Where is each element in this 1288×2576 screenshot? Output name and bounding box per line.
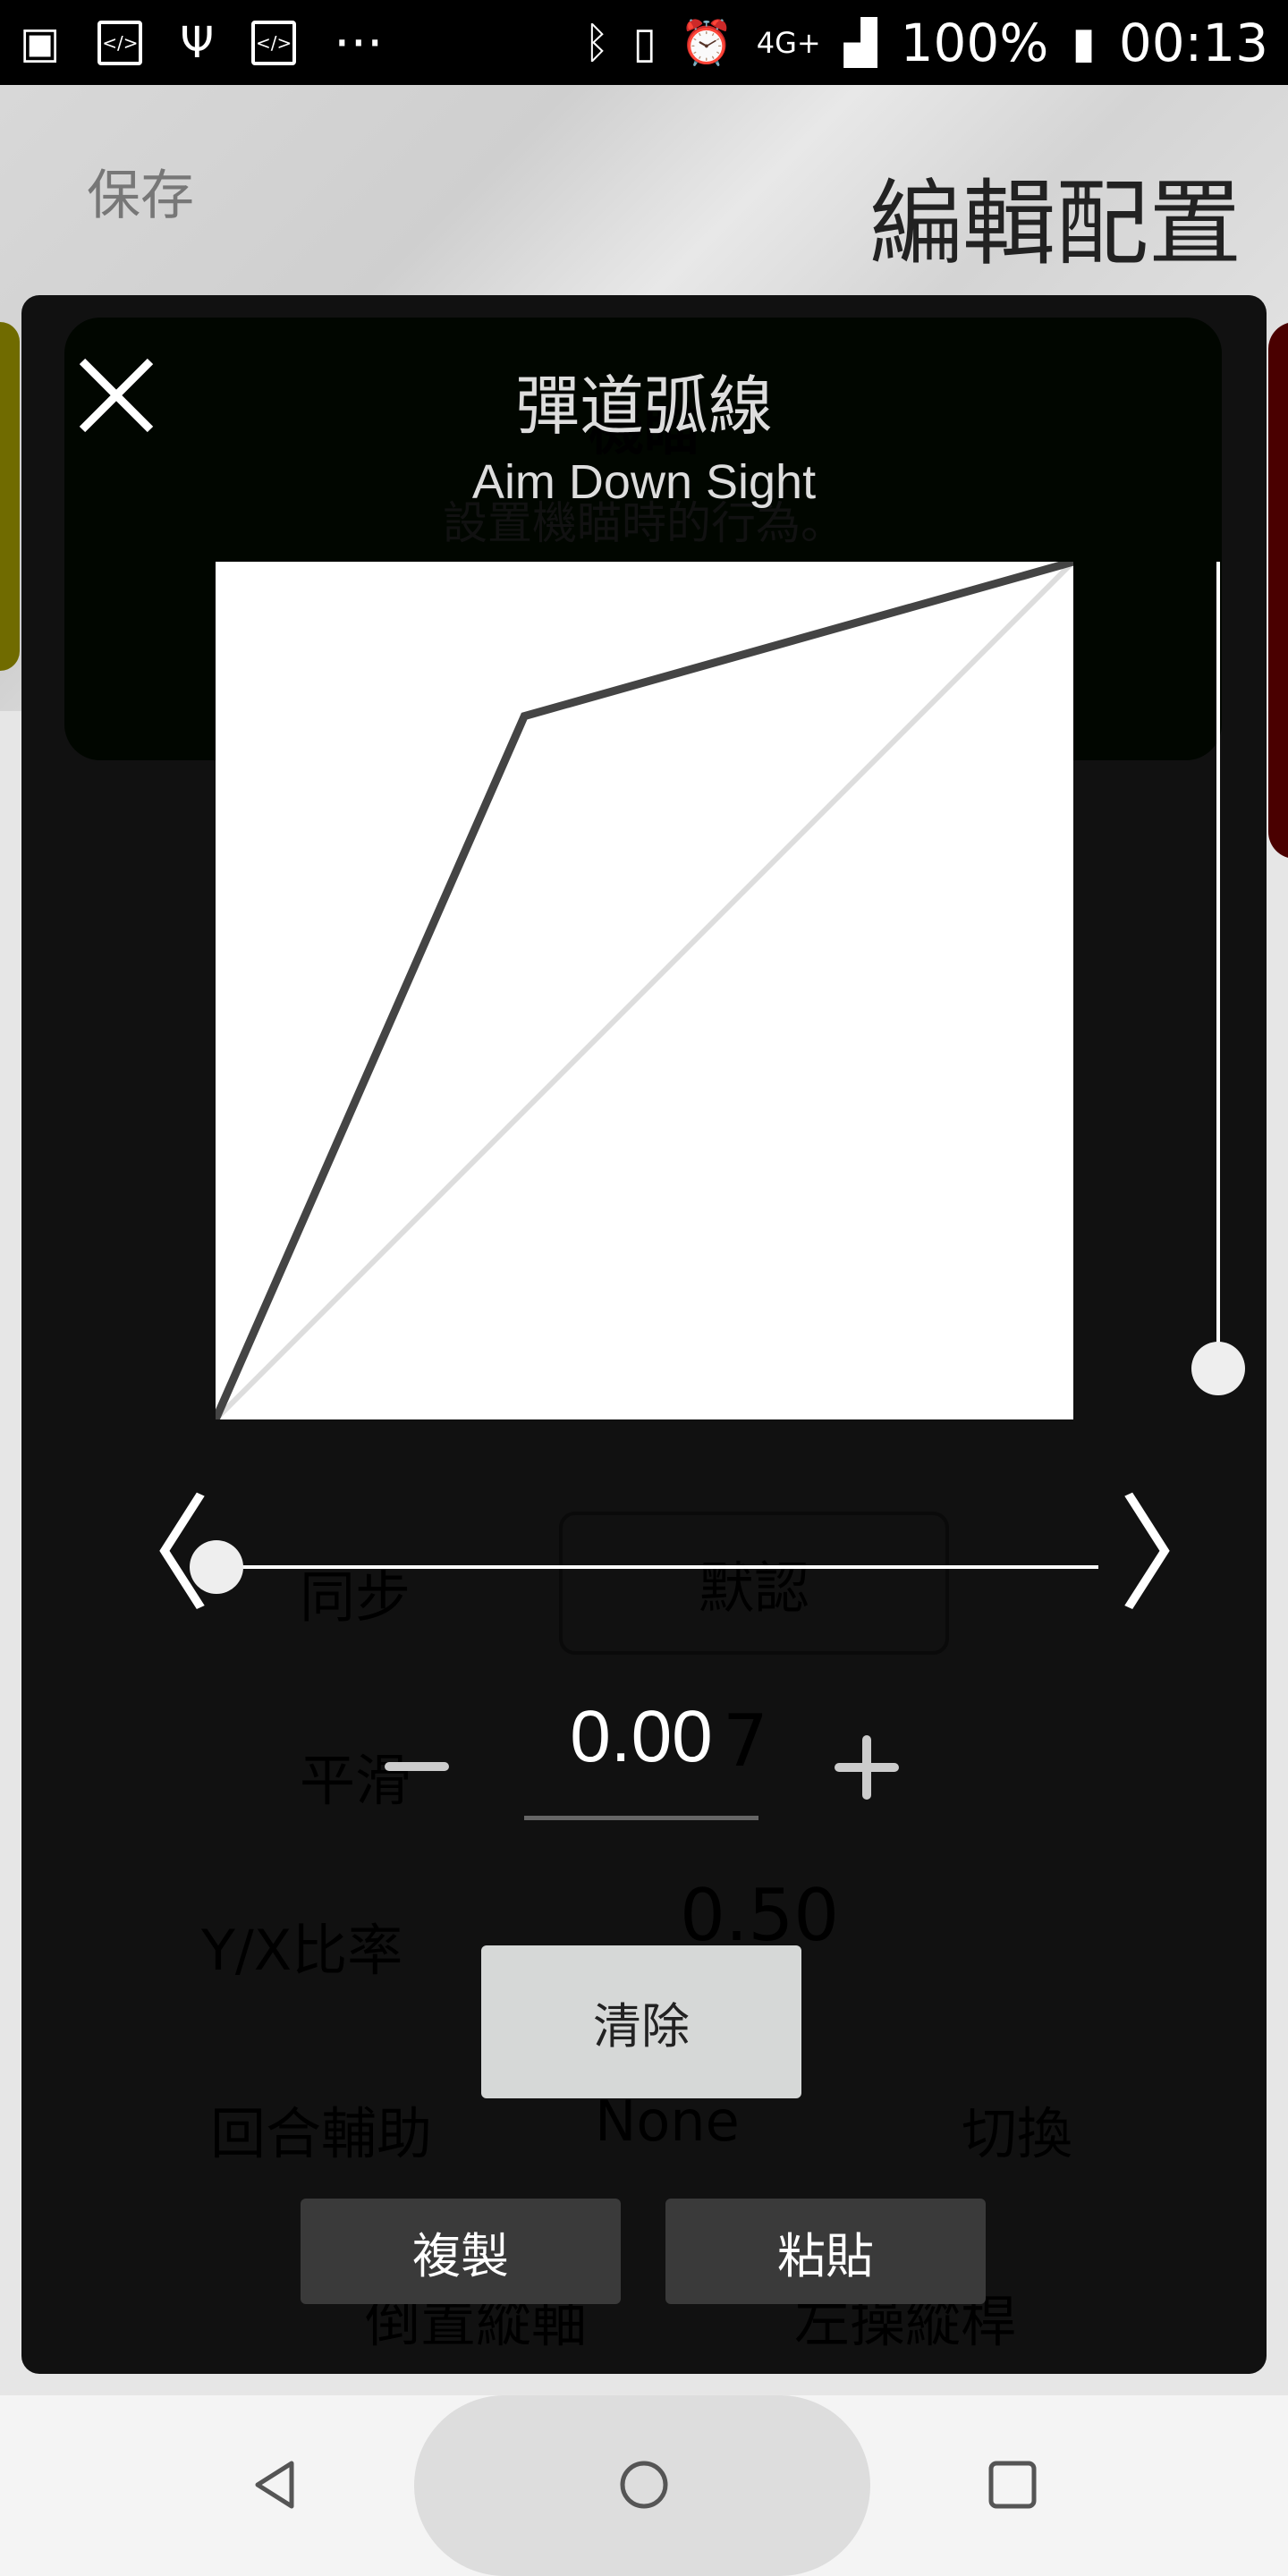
linear-reference-line (216, 562, 1073, 1419)
bg-sync-label: 同步 (300, 1564, 411, 1630)
bluetooth-icon: ᛒ (583, 17, 610, 68)
page-title: 編輯配置 (869, 169, 1241, 278)
save-button[interactable]: 保存 (87, 152, 194, 230)
clock: 00:13 (1118, 12, 1268, 73)
code-icon: </> (251, 20, 297, 65)
recents-icon[interactable] (987, 2460, 1038, 2510)
horizontal-slider-track[interactable] (216, 1565, 1098, 1569)
copy-button[interactable]: 複製 (301, 2199, 621, 2304)
4g-plus-icon: 4G+ (756, 25, 821, 60)
signal-icon: ▟ (843, 17, 877, 68)
image-icon: ▣ (20, 17, 61, 68)
dialog-subtitle: Aim Down Sight (471, 455, 817, 509)
code-icon: </> (97, 20, 143, 65)
more-icon: ··· (334, 12, 384, 73)
alarm-icon: ⏰ (679, 18, 733, 68)
paste-button[interactable]: 粘貼 (665, 2199, 986, 2304)
clear-button[interactable]: 清除 (481, 1945, 801, 2098)
vertical-slider-track[interactable] (1216, 562, 1220, 1394)
decrement-button[interactable] (385, 1762, 449, 1771)
bg-sync-value: 默認 (559, 1512, 949, 1655)
curve-chart[interactable] (216, 562, 1073, 1419)
dialog-title: 彈道弧線 (514, 369, 773, 444)
value-input[interactable]: 0.00 (524, 1695, 758, 1779)
battery-icon: ▮ (1072, 17, 1096, 68)
vibrate-icon: ▯ (632, 17, 657, 68)
status-bar: ▣ </> Ψ </> ··· ᛒ ▯ ⏰ 4G+ ▟ 100% ▮ 00:13 (0, 0, 1288, 85)
horizontal-slider-knob[interactable] (190, 1540, 243, 1594)
usb-icon: Ψ (180, 17, 215, 68)
back-icon[interactable] (249, 2458, 302, 2512)
bg-round-assist: 回合輔助 (210, 2101, 433, 2166)
increment-button[interactable] (835, 1735, 899, 1800)
next-chevron-icon[interactable]: 〉 (1118, 1494, 1243, 1619)
bg-smooth-label: 平滑 (300, 1748, 411, 1813)
vertical-slider-knob[interactable] (1191, 1342, 1245, 1396)
bg-toggle: 切換 (962, 2101, 1073, 2166)
battery-percent: 100% (900, 12, 1049, 73)
bg-ratio-label: Y/X比率 (201, 1918, 403, 1983)
value-underline (524, 1816, 758, 1820)
home-icon[interactable] (617, 2458, 671, 2512)
